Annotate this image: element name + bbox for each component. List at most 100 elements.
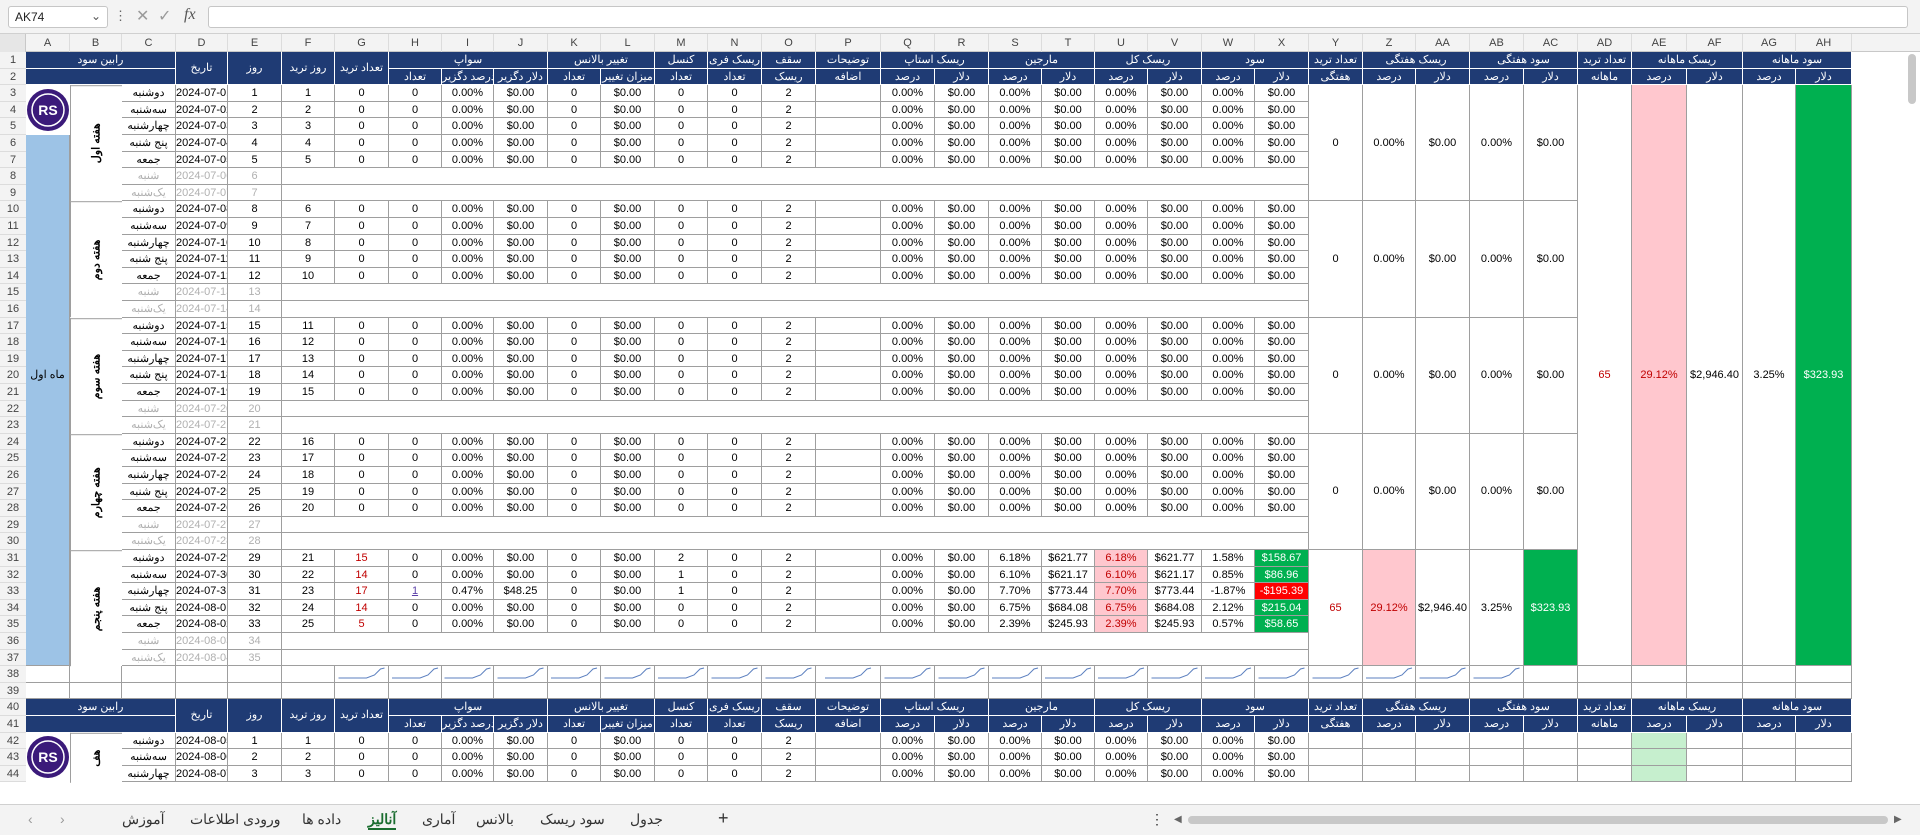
value-cell[interactable]: 0.00% (1095, 201, 1148, 218)
value-cell[interactable]: 0.00% (442, 599, 494, 617)
value-cell[interactable]: 0 (708, 500, 762, 517)
value-cell[interactable]: 0 (708, 765, 762, 783)
value-cell[interactable]: $0.00 (494, 201, 548, 218)
date-cell[interactable]: 2024-07-28 (176, 533, 228, 550)
trade-day-cell[interactable]: 23 (282, 583, 335, 600)
value-cell[interactable]: 2 (655, 550, 708, 567)
day-cell[interactable]: 6 (228, 168, 282, 185)
sparkline-cell[interactable] (1202, 666, 1255, 683)
value-cell[interactable]: 0.00% (989, 267, 1042, 285)
value-cell[interactable]: 0 (548, 135, 601, 152)
date-cell[interactable]: 2024-07-29 (176, 550, 228, 567)
date-cell[interactable]: 2024-07-02 (176, 101, 228, 119)
empty-cell[interactable] (762, 682, 816, 700)
spreadsheet-grid[interactable]: A B C D E F G H I J K L M N O P Q R S T U V W X Y Z AA AB AC AD AE AF AG… (0, 34, 1920, 804)
value-cell[interactable]: 0.00% (1202, 450, 1255, 467)
header-cell[interactable]: ریسک استاپ (881, 52, 989, 69)
column-header-L[interactable]: L (601, 34, 655, 52)
weekly-profit-usd[interactable]: $0.00 (1524, 433, 1578, 550)
value-cell[interactable]: 0.00% (881, 616, 935, 633)
header-cell[interactable]: کنسل (655, 699, 708, 716)
sparkline-cell[interactable] (26, 666, 70, 683)
value-cell[interactable]: 0 (655, 732, 708, 750)
subheader-cell[interactable]: دلار (1796, 716, 1852, 733)
value-cell[interactable]: 2 (762, 732, 816, 750)
value-cell[interactable]: $0.00 (1042, 483, 1095, 501)
day-cell[interactable]: 8 (228, 201, 282, 218)
value-cell[interactable]: 0 (335, 85, 389, 102)
value-cell[interactable]: $245.93 (1042, 616, 1095, 633)
value-cell[interactable]: 0.00% (989, 450, 1042, 467)
value-cell[interactable]: 6.10% (989, 566, 1042, 584)
value-cell[interactable]: $0.00 (1148, 450, 1202, 467)
value-cell[interactable]: 0.00% (442, 201, 494, 218)
value-cell[interactable]: 0.00% (1202, 367, 1255, 384)
trade-day-cell[interactable]: 1 (282, 732, 335, 750)
value-cell[interactable]: 0 (335, 433, 389, 451)
sparkline-cell[interactable] (70, 666, 122, 683)
value-cell[interactable]: 2 (762, 599, 816, 617)
trade-day-cell[interactable]: 14 (282, 367, 335, 384)
value-cell[interactable]: 0.00% (1202, 732, 1255, 750)
column-header-G[interactable]: G (335, 34, 389, 52)
value-cell[interactable]: $0.00 (1042, 749, 1095, 766)
sparkline-cell[interactable] (335, 666, 389, 683)
value-cell[interactable] (816, 251, 881, 268)
value-cell[interactable]: 0 (655, 85, 708, 102)
empty-cell[interactable] (1470, 765, 1524, 783)
value-cell[interactable]: $0.00 (1255, 765, 1309, 783)
value-cell[interactable]: 0.00% (989, 85, 1042, 102)
value-cell[interactable]: $684.08 (1042, 599, 1095, 617)
value-cell[interactable] (816, 135, 881, 152)
date-cell[interactable]: 2024-07-12 (176, 267, 228, 285)
subheader-cell[interactable]: درصد (989, 68, 1042, 86)
value-cell[interactable]: $0.00 (601, 483, 655, 501)
value-cell[interactable]: $0.00 (1148, 500, 1202, 517)
value-cell[interactable]: $0.00 (1042, 732, 1095, 750)
value-cell[interactable]: $0.00 (494, 317, 548, 335)
value-cell[interactable]: 0.00% (989, 151, 1042, 169)
value-cell[interactable]: 0.00% (1095, 101, 1148, 119)
row-header-35[interactable]: 35 (0, 616, 26, 633)
weekly-risk-usd[interactable]: $0.00 (1416, 317, 1470, 434)
value-cell[interactable]: 0.00% (881, 218, 935, 235)
sparkline-cell[interactable] (708, 666, 762, 683)
value-cell[interactable]: $0.00 (494, 85, 548, 102)
value-cell[interactable]: $0.00 (1042, 367, 1095, 384)
column-header-U[interactable]: U (1095, 34, 1148, 52)
value-cell[interactable]: 0 (655, 118, 708, 135)
date-cell[interactable]: 2024-07-04 (176, 135, 228, 152)
value-cell[interactable]: 0.00% (442, 616, 494, 633)
subheader-cell[interactable]: تعداد (389, 716, 442, 733)
column-header-B[interactable]: B (70, 34, 122, 52)
value-cell[interactable]: 0 (655, 765, 708, 783)
subheader-cell[interactable]: تعداد (655, 716, 708, 733)
value-cell[interactable]: 0.00% (881, 566, 935, 584)
row-header-16[interactable]: 16 (0, 301, 26, 318)
value-cell[interactable]: $0.00 (935, 616, 989, 633)
value-cell[interactable]: 0 (708, 218, 762, 235)
value-cell[interactable]: 0 (708, 566, 762, 584)
swap-count-cell[interactable]: 0 (389, 566, 442, 584)
value-cell[interactable]: 0 (708, 616, 762, 633)
row-header-22[interactable]: 22 (0, 400, 26, 418)
empty-cell[interactable] (228, 682, 282, 700)
date-cell[interactable]: 2024-08-03 (176, 633, 228, 650)
header-cell[interactable]: روز ترید (282, 52, 335, 86)
value-cell[interactable]: $0.00 (494, 749, 548, 766)
value-cell[interactable]: 0 (708, 583, 762, 600)
week-label[interactable]: هفته دوم (70, 201, 122, 318)
value-cell[interactable]: 0.00% (1095, 500, 1148, 517)
month-label[interactable]: ماه اول (26, 85, 70, 667)
value-cell[interactable]: 0 (335, 317, 389, 335)
value-cell[interactable]: 0.00% (989, 118, 1042, 135)
value-cell[interactable]: $0.00 (601, 350, 655, 368)
weekly-profit-usd[interactable]: $323.93 (1524, 550, 1578, 667)
horizontal-scrollbar[interactable] (1188, 816, 1888, 824)
subheader-cell[interactable]: درصد دگزیر (442, 716, 494, 733)
column-header-AD[interactable]: AD (1578, 34, 1632, 52)
empty-cell[interactable] (1309, 732, 1363, 750)
sparkline-cell[interactable] (762, 666, 816, 683)
value-cell[interactable]: 0.00% (1095, 267, 1148, 285)
empty-cell[interactable] (1578, 765, 1632, 783)
